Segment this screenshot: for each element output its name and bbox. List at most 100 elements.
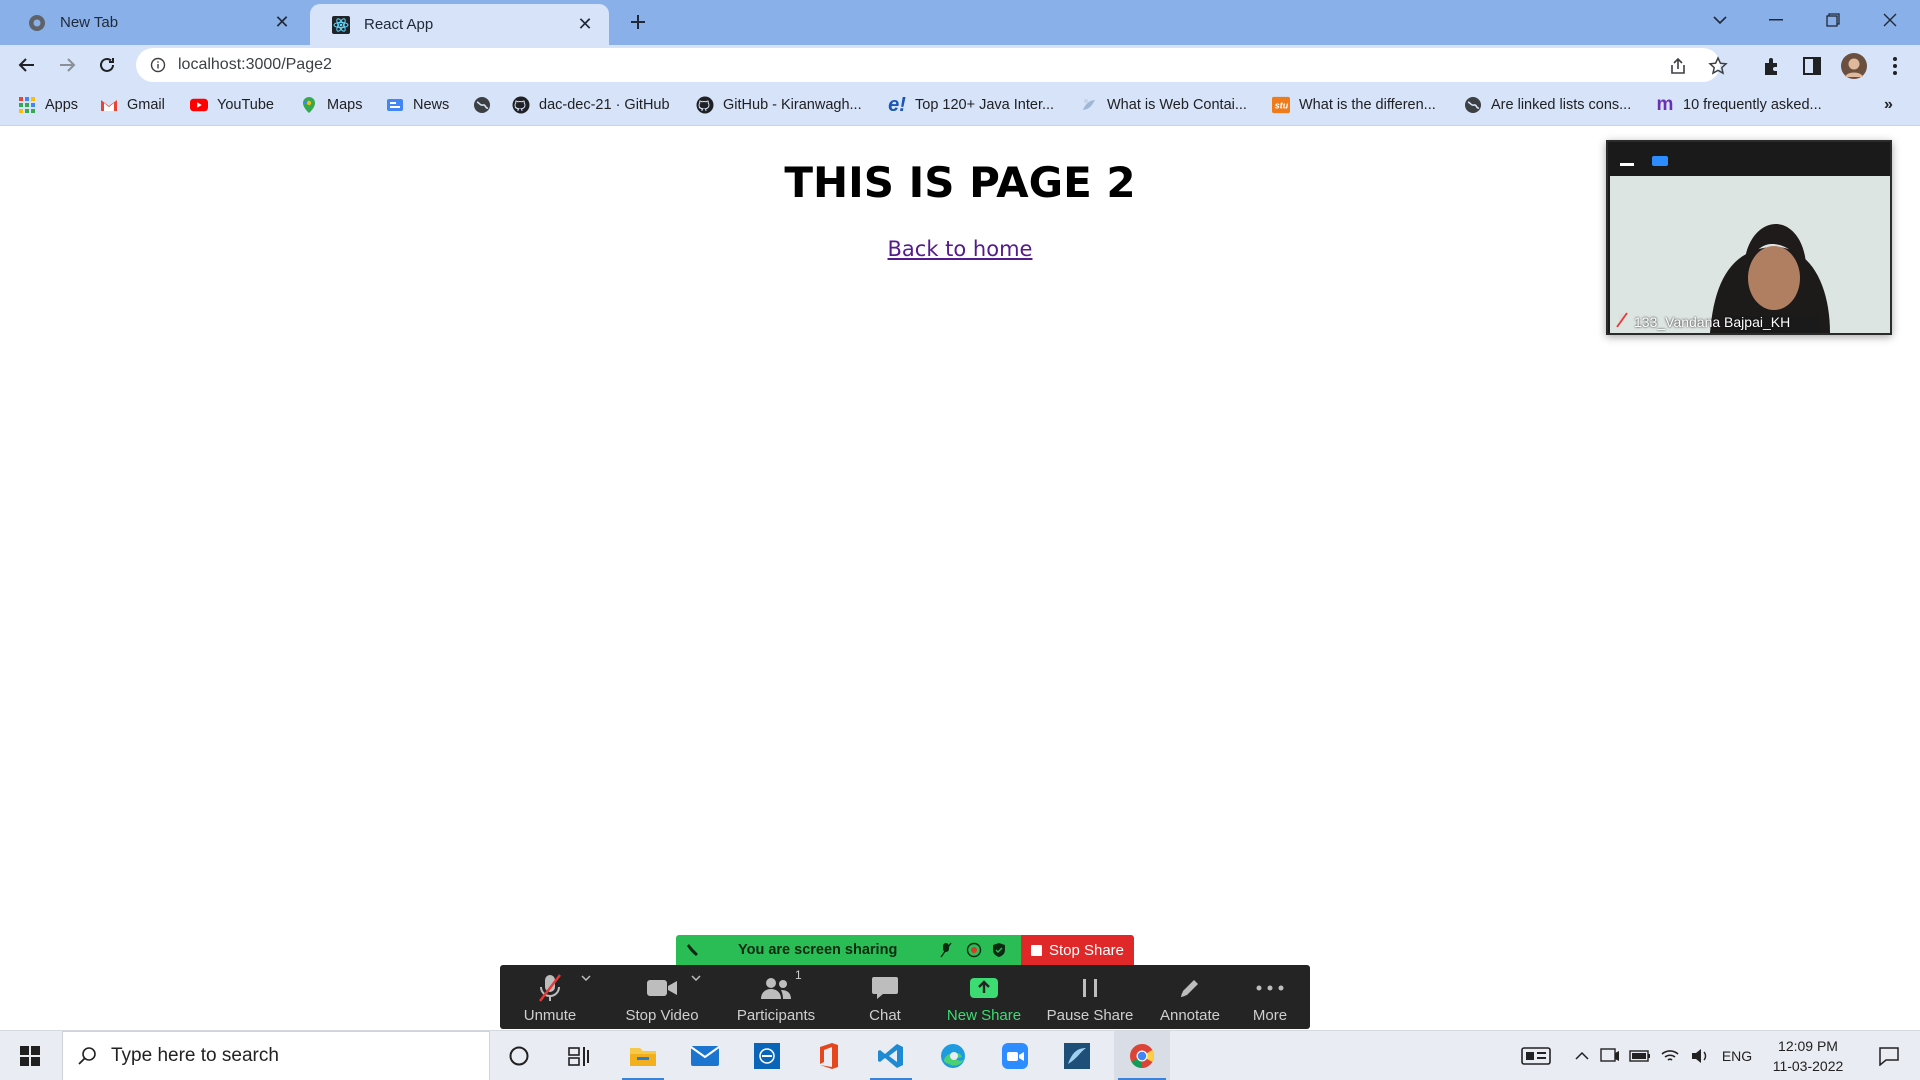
new-share-button[interactable]: New Share <box>926 965 1042 1029</box>
clock-date: 11-03-2022 <box>1772 1058 1844 1074</box>
chat-button[interactable]: Chat <box>848 965 922 1029</box>
stop-share-button[interactable]: Stop Share <box>1021 935 1134 965</box>
bookmark-java-interview[interactable]: e! Top 120+ Java Inter... <box>888 93 1054 117</box>
zoom-app-icon[interactable] <box>990 1031 1040 1080</box>
bookmark-label: Apps <box>45 97 79 113</box>
bookmark-star-icon[interactable] <box>1708 56 1728 76</box>
mic-muted-small-icon[interactable] <box>940 942 952 963</box>
participant-name-label: 133_Vandana Bajpai_KH <box>1616 312 1790 331</box>
search-placeholder: Type here to search <box>111 1045 279 1066</box>
bookmark-label: Gmail <box>127 97 165 113</box>
chrome-taskbar-icon[interactable] <box>1114 1031 1170 1080</box>
screen-sharing-text: You are screen sharing <box>738 942 898 958</box>
side-panel-icon[interactable] <box>1801 55 1823 77</box>
apps-grid-icon <box>18 96 36 114</box>
restore-icon[interactable] <box>1805 0 1861 40</box>
minimize-icon[interactable] <box>1748 0 1804 40</box>
share-page-icon[interactable] <box>1668 56 1688 76</box>
bookmark-gmail[interactable]: Gmail <box>100 93 165 117</box>
participants-button[interactable]: 1 Participants <box>720 965 832 1029</box>
tab-search-icon[interactable] <box>1692 0 1748 40</box>
github-icon <box>512 96 530 114</box>
dell-app-icon[interactable] <box>742 1031 792 1080</box>
new-tab-button[interactable] <box>624 8 652 36</box>
mail-icon[interactable] <box>680 1031 730 1080</box>
bookmark-globe[interactable] <box>473 93 500 117</box>
close-tab-icon[interactable]: ✕ <box>272 12 292 33</box>
annotate-button[interactable]: Annotate <box>1144 965 1236 1029</box>
security-shield-icon[interactable] <box>992 942 1006 963</box>
bookmark-difference[interactable]: stu What is the differen... <box>1272 93 1436 117</box>
switch-view-icon[interactable] <box>1652 156 1668 166</box>
volume-icon[interactable] <box>1688 1031 1712 1080</box>
bookmark-label: Maps <box>327 97 363 113</box>
notifications-icon[interactable] <box>1866 1031 1912 1080</box>
bookmark-web-container[interactable]: What is Web Contai... <box>1080 93 1247 117</box>
bookmark-label: Top 120+ Java Inter... <box>915 97 1055 113</box>
svg-text:stu: stu <box>1275 101 1289 111</box>
tab-new-tab[interactable]: New Tab ✕ <box>6 4 306 41</box>
site-icon: stu <box>1272 96 1290 114</box>
zoom-video-window[interactable]: 133_Vandana Bajpai_KH <box>1606 140 1892 335</box>
search-icon <box>77 1046 97 1066</box>
page-icon <box>1080 96 1098 114</box>
pause-share-button[interactable]: Pause Share <box>1038 965 1142 1029</box>
bookmark-maps[interactable]: Maps <box>300 93 362 117</box>
bookmark-apps[interactable]: Apps <box>18 93 78 117</box>
medium-icon: m <box>1656 94 1674 115</box>
more-button[interactable]: More <box>1236 965 1304 1029</box>
task-view-icon[interactable] <box>554 1031 604 1080</box>
back-arrow-icon[interactable] <box>12 50 42 80</box>
vscode-icon[interactable] <box>866 1031 916 1080</box>
language-indicator[interactable]: ENG <box>1718 1031 1756 1080</box>
wifi-icon[interactable] <box>1658 1031 1682 1080</box>
record-icon[interactable] <box>966 942 982 963</box>
office-icon[interactable] <box>804 1031 854 1080</box>
clock-time: 12:09 PM <box>1778 1038 1838 1054</box>
audio-options-chevron-icon[interactable] <box>576 965 596 1029</box>
close-tab-icon[interactable]: ✕ <box>575 14 595 35</box>
bookmark-github-dac[interactable]: dac-dec-21 · GitHub <box>512 93 670 117</box>
screen-sharing-banner[interactable]: You are screen sharing <box>676 935 1021 965</box>
stop-square-icon <box>1030 944 1042 956</box>
zoom-meeting-controls: Unmute Stop Video 1 Participants Chat Ne… <box>500 965 1310 1029</box>
back-to-home-link[interactable]: Back to home <box>888 237 1033 261</box>
meet-now-icon[interactable] <box>1598 1031 1622 1080</box>
url-text: localhost:3000/Page2 <box>178 56 332 73</box>
extensions-puzzle-icon[interactable] <box>1761 55 1783 77</box>
drag-handle-icon[interactable] <box>686 942 700 963</box>
taskbar-search-box[interactable]: Type here to search <box>62 1031 490 1080</box>
bookmark-label: 10 frequently asked... <box>1683 97 1822 113</box>
gmail-icon <box>100 96 118 114</box>
tab-react-app[interactable]: React App ✕ <box>310 4 609 45</box>
more-bookmarks-chevron-icon[interactable]: » <box>1884 93 1893 117</box>
bookmark-youtube[interactable]: YouTube <box>190 93 274 117</box>
bookmarks-bar: Apps Gmail YouTube Maps News dac-dec-21 … <box>0 85 1920 126</box>
chrome-menu-icon[interactable] <box>1884 55 1906 77</box>
minimize-video-icon[interactable] <box>1620 163 1634 166</box>
file-explorer-icon[interactable] <box>618 1031 668 1080</box>
bookmark-github-kiranwagh[interactable]: GitHub - Kiranwagh... <box>696 93 862 117</box>
address-bar[interactable]: localhost:3000/Page2 <box>136 48 1728 82</box>
profile-avatar[interactable] <box>1840 52 1868 80</box>
windows-start-icon[interactable] <box>0 1031 60 1080</box>
show-hidden-icons-chevron-icon[interactable] <box>1572 1031 1592 1080</box>
database-app-icon[interactable] <box>1052 1031 1102 1080</box>
edge-icon[interactable] <box>928 1031 978 1080</box>
video-options-chevron-icon[interactable] <box>686 965 706 1029</box>
news-widget-icon[interactable] <box>1516 1031 1556 1080</box>
site-info-icon[interactable] <box>150 57 166 73</box>
reload-icon[interactable] <box>92 50 122 80</box>
pause-icon <box>1080 972 1100 1004</box>
close-window-icon[interactable] <box>1862 0 1918 40</box>
bookmark-frequently-asked[interactable]: m 10 frequently asked... <box>1656 93 1822 117</box>
forward-arrow-icon[interactable] <box>52 50 82 80</box>
participants-icon: 1 <box>759 968 802 1004</box>
system-clock[interactable]: 12:09 PM 11-03-2022 <box>1758 1036 1858 1076</box>
bookmark-news[interactable]: News <box>386 93 449 117</box>
cortana-icon[interactable] <box>494 1031 544 1080</box>
battery-icon[interactable] <box>1628 1031 1652 1080</box>
globe-icon <box>473 96 491 114</box>
bookmark-linked-lists[interactable]: Are linked lists cons... <box>1464 93 1631 117</box>
react-icon <box>332 15 350 34</box>
